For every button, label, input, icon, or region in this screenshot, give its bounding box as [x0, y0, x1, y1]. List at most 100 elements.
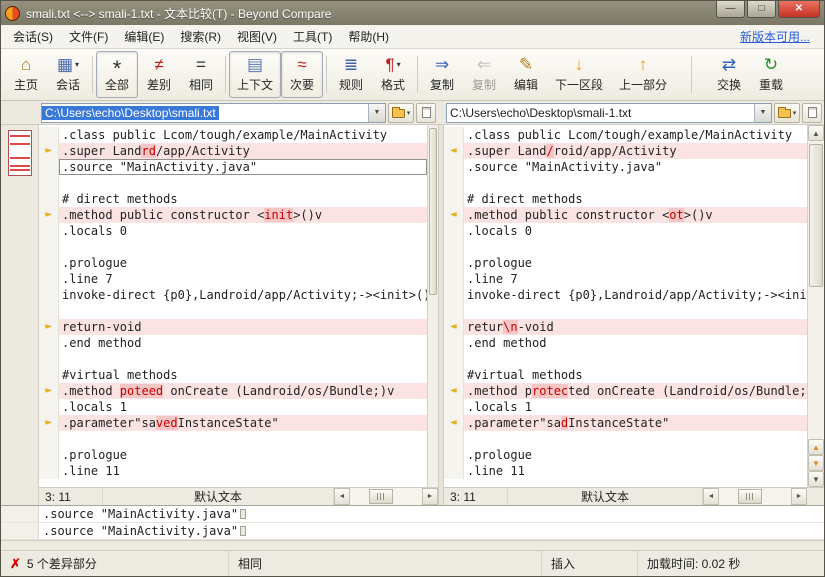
right-code-line[interactable] [444, 175, 807, 191]
line-details-left-row[interactable]: .source "MainActivity.java" [1, 506, 824, 523]
update-link[interactable]: 新版本可用... [740, 28, 810, 45]
diff-arrow-left-icon[interactable]: ◄ [444, 319, 464, 335]
toolbar-copy-right-button[interactable]: ⇒ 复制 [421, 51, 463, 98]
left-code-line[interactable] [39, 239, 427, 255]
right-code-line[interactable] [444, 431, 807, 447]
toolbar-same-button[interactable]: = 相同 [180, 51, 222, 98]
line-details-right-row[interactable]: .source "MainActivity.java" [1, 523, 824, 540]
left-path-combobox[interactable]: C:\Users\echo\Desktop\smali.txt ▼ [41, 102, 386, 123]
diff-arrow-left-icon[interactable]: ◄ [444, 415, 464, 431]
right-code[interactable]: .class public Lcom/tough/example/MainAct… [444, 125, 807, 487]
right-format-label[interactable]: 默认文本 [508, 488, 703, 505]
maximize-button[interactable]: □ [747, 1, 776, 18]
diff-overview-map[interactable] [1, 125, 39, 505]
left-vscroll-track[interactable] [428, 125, 438, 487]
toolbar-context-button[interactable]: ▤ 上下文 [229, 51, 282, 98]
toolbar-rules-button[interactable]: ≣ 规则 [330, 51, 372, 98]
left-code-line[interactable]: .line 7 [39, 271, 427, 287]
left-code-line[interactable]: .end method [39, 335, 427, 351]
left-code-line[interactable]: ► .method poteed onCreate (Landroid/os/Bu… [39, 383, 427, 399]
toolbar-differences-button[interactable]: ≠ 差别 [138, 51, 180, 98]
left-code-line[interactable]: .locals 1 [39, 399, 427, 415]
toolbar-format-button[interactable]: ¶ ▾ 格式 [372, 51, 414, 98]
right-code-line[interactable] [444, 351, 807, 367]
left-hscroll-track[interactable] [350, 488, 422, 505]
right-hscroll-track[interactable] [719, 488, 791, 505]
right-code-line[interactable]: ◄ .super Land/roid/app/Activity [444, 143, 807, 159]
left-code-line[interactable]: ► .super Landrd/app/Activity [39, 143, 427, 159]
left-code-line[interactable]: ► .parameter"savedInstanceState" [39, 415, 427, 431]
right-file-info-button[interactable] [802, 102, 822, 123]
left-code[interactable]: .class public Lcom/tough/example/MainAct… [39, 125, 427, 487]
left-code-line[interactable]: .locals 0 [39, 223, 427, 239]
left-hscroll-thumb[interactable] [368, 489, 394, 504]
right-vscroll-track[interactable] [808, 141, 824, 439]
left-code-line[interactable]: .prologue [39, 255, 427, 271]
right-code-line[interactable]: .line 7 [444, 271, 807, 287]
left-code-line[interactable]: .prologue [39, 447, 427, 463]
toolbar-edit-button[interactable]: ✎ 编辑 [505, 51, 547, 98]
overview-box[interactable] [7, 130, 32, 176]
menu-item-session[interactable]: 会话(S) [5, 25, 61, 48]
left-file-info-button[interactable] [416, 102, 436, 123]
diff-arrow-right-icon[interactable]: ► [39, 207, 59, 223]
right-vscroll-thumb[interactable] [809, 144, 823, 288]
right-code-line[interactable]: ◄ .parameter"sadInstanceState" [444, 415, 807, 431]
menu-item-edit[interactable]: 编辑(E) [116, 25, 172, 48]
left-format-label[interactable]: 默认文本 [103, 488, 334, 505]
right-code-line[interactable] [444, 303, 807, 319]
right-code-line[interactable]: .prologue [444, 255, 807, 271]
left-code-line[interactable] [39, 351, 427, 367]
left-path-dropdown-icon[interactable]: ▼ [368, 103, 385, 122]
diff-arrow-right-icon[interactable]: ► [39, 319, 59, 335]
left-code-line[interactable]: .class public Lcom/tough/example/MainAct… [39, 127, 427, 143]
minimize-button[interactable]: — [716, 1, 745, 18]
left-code-line[interactable]: ► return-void [39, 319, 427, 335]
toolbar-prev-section-button[interactable]: ↑ 上一部分 [611, 51, 675, 98]
right-vertical-scrollbar[interactable]: ▲ ▲ ▼ ▼ [807, 125, 824, 487]
left-code-line[interactable]: # direct methods [39, 191, 427, 207]
right-code-line[interactable]: .locals 0 [444, 223, 807, 239]
scroll-right-icon[interactable]: ► [422, 488, 438, 505]
right-code-line[interactable]: ◄ .method public constructor <ot>()v [444, 207, 807, 223]
menu-item-tools[interactable]: 工具(T) [285, 25, 340, 48]
next-diff-icon[interactable]: ▼ [808, 455, 824, 471]
left-code-line[interactable]: .line 11 [39, 463, 427, 479]
toolbar-home-button[interactable]: ⌂ 主页 [5, 51, 47, 98]
left-code-line[interactable] [39, 303, 427, 319]
diff-arrow-left-icon[interactable]: ◄ [444, 383, 464, 399]
menu-item-file[interactable]: 文件(F) [61, 25, 116, 48]
right-code-line[interactable]: .prologue [444, 447, 807, 463]
menu-item-view[interactable]: 视图(V) [229, 25, 285, 48]
toolbar-swap-button[interactable]: ⇄ 交换 [708, 51, 750, 98]
diff-arrow-right-icon[interactable]: ► [39, 415, 59, 431]
prev-diff-icon[interactable]: ▲ [808, 439, 824, 455]
right-code-line[interactable]: .end method [444, 335, 807, 351]
left-code-line[interactable]: #virtual methods [39, 367, 427, 383]
toolbar-next-section-button[interactable]: ↓ 下一区段 [547, 51, 611, 98]
left-horizontal-scrollbar[interactable]: ◄ ► [334, 488, 438, 505]
menu-item-search[interactable]: 搜索(R) [172, 25, 229, 48]
scroll-left-icon[interactable]: ◄ [334, 488, 350, 505]
left-vscroll-thumb[interactable] [429, 128, 437, 295]
right-browse-button[interactable]: ▾ [774, 102, 800, 123]
right-code-line[interactable]: ◄ .method protected onCreate (Landroid/os… [444, 383, 807, 399]
left-code-line[interactable]: ► .method public constructor <init>()v [39, 207, 427, 223]
left-code-line[interactable] [39, 175, 427, 191]
left-code-line[interactable]: invoke-direct {p0},Landroid/app/Activity… [39, 287, 427, 303]
left-code-line[interactable] [39, 431, 427, 447]
toolbar-session-button[interactable]: ▦ ▾ 会话 [47, 51, 89, 98]
right-horizontal-scrollbar[interactable]: ◄ ► [703, 488, 807, 505]
scroll-up-icon[interactable]: ▲ [808, 125, 824, 141]
right-path-combobox[interactable]: C:\Users\echo\Desktop\smali-1.txt ▼ [446, 102, 772, 123]
right-hscroll-thumb[interactable] [737, 489, 763, 504]
right-code-line[interactable]: ◄ retur\n-void [444, 319, 807, 335]
diff-arrow-left-icon[interactable]: ◄ [444, 143, 464, 159]
left-browse-button[interactable]: ▾ [388, 102, 414, 123]
toolbar-reload-button[interactable]: ↻ 重载 [750, 51, 792, 98]
scroll-left-icon[interactable]: ◄ [703, 488, 719, 505]
right-code-line[interactable]: invoke-direct {p0},Landroid/app/Activity… [444, 287, 807, 303]
toolbar-minor-button[interactable]: ≈ 次要 [281, 51, 324, 98]
right-code-line[interactable]: # direct methods [444, 191, 807, 207]
right-code-line[interactable] [444, 239, 807, 255]
